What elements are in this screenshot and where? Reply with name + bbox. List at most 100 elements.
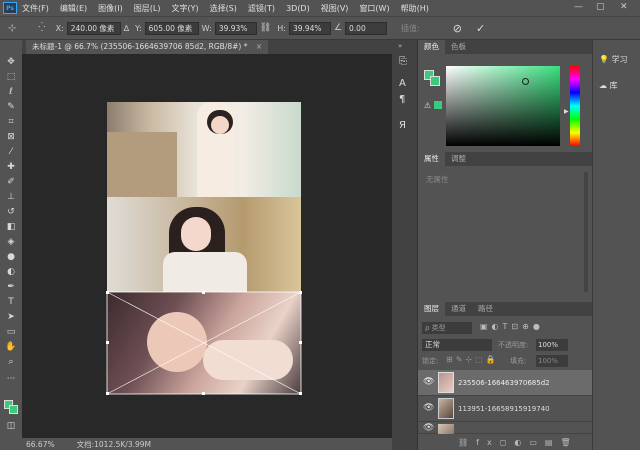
crop-tool-icon[interactable]: ⌗ (4, 116, 18, 128)
hue-slider[interactable] (570, 66, 580, 146)
properties-scrollbar[interactable] (584, 172, 588, 292)
lasso-tool-icon[interactable]: ℓ (4, 86, 18, 98)
panels-column: 颜色 色板 ⚠ ▶ 属性 调整 无属性 图层 通道 路径 ρ 类型 ▣◐T⊡⊕●… (418, 40, 592, 450)
tab-properties[interactable]: 属性 (418, 152, 445, 166)
layer-name[interactable]: 113951-16658915919740 (458, 405, 550, 413)
eyedropper-tool-icon[interactable]: ⁄ (4, 146, 18, 158)
document-info: 文档:1012.5K/3.99M (76, 439, 151, 449)
more-tools-icon[interactable]: ··· (4, 373, 18, 385)
lock-icons[interactable]: ⊞✎⊹⬚🔒 (446, 355, 499, 364)
menu-type[interactable]: 文字(Y) (171, 3, 198, 14)
tools-panel: ✥ ⬚ ℓ ✎ ⌗ ⊠ ⁄ ✚ ✐ ⊥ ↺ ◧ ◈ ● ◐ ✒ T ➤ ▭ ✋ … (0, 54, 22, 438)
menu-view[interactable]: 视图(V) (321, 3, 349, 14)
opacity-field[interactable]: 100% (536, 339, 568, 351)
y-field[interactable]: 605.00 像素 (144, 21, 199, 35)
document-tab[interactable]: 未标题-1 @ 66.7% (235506-1664639706 85d2, R… (26, 40, 269, 54)
hue-slider-handle-icon[interactable]: ▶ (564, 108, 569, 115)
layer-row[interactable]: 👁 (418, 422, 592, 434)
history-panel-icon[interactable]: ⎘ (399, 56, 407, 67)
tab-adjustments[interactable]: 调整 (445, 152, 472, 166)
layer-row[interactable]: 👁 113951-16658915919740 (418, 396, 592, 422)
visibility-eye-icon[interactable]: 👁 (423, 377, 434, 387)
bg-color-chip[interactable] (430, 76, 440, 86)
libraries-panel-button[interactable]: ☁ 库 (599, 80, 618, 91)
menu-file[interactable]: 文件(F) (22, 3, 49, 14)
menu-layer[interactable]: 图层(L) (134, 3, 161, 14)
menu-help[interactable]: 帮助(H) (401, 3, 429, 14)
lock-label: 锁定: (422, 357, 439, 365)
zoom-tool-icon[interactable]: ⌕ (4, 356, 18, 368)
color-picker-marker[interactable] (522, 78, 529, 85)
healing-tool-icon[interactable]: ✚ (4, 161, 18, 173)
delta-icon[interactable]: ∆ (124, 24, 129, 33)
menu-filter[interactable]: 滤镜(T) (248, 3, 275, 14)
canvas-area[interactable] (22, 54, 392, 438)
tab-paths[interactable]: 路径 (472, 302, 499, 316)
visibility-eye-icon[interactable]: 👁 (423, 403, 434, 413)
gamut-color-chip[interactable] (434, 101, 442, 109)
cancel-transform-icon[interactable]: ⊘ (453, 22, 462, 35)
width-field[interactable]: 39.93% (214, 21, 257, 35)
layer-row[interactable]: 👁 235506-166463970685d2 (418, 370, 592, 396)
layer-footer-icons[interactable]: ⛓fx◻◐▭▤🗑 (418, 436, 592, 450)
marquee-tool-icon[interactable]: ⬚ (4, 71, 18, 83)
rectangle-tool-icon[interactable]: ▭ (4, 326, 18, 338)
reference-point-icon[interactable]: ⁛ (38, 23, 45, 33)
quick-select-tool-icon[interactable]: ✎ (4, 101, 18, 113)
character-panel-icon[interactable]: A (399, 78, 406, 89)
expand-icon[interactable]: » (398, 42, 402, 50)
path-select-tool-icon[interactable]: ➤ (4, 311, 18, 323)
tab-swatches[interactable]: 色板 (445, 40, 472, 54)
menu-image[interactable]: 图像(I) (98, 3, 123, 14)
fill-field[interactable]: 100% (536, 355, 568, 367)
hand-tool-icon[interactable]: ✋ (4, 341, 18, 353)
menu-edit[interactable]: 编辑(E) (60, 3, 87, 14)
tab-layers[interactable]: 图层 (418, 302, 445, 316)
interpolation-label[interactable]: 插值: (401, 23, 420, 34)
angle-field[interactable]: 0.00 (345, 21, 388, 35)
background-color-swatch[interactable] (9, 405, 18, 414)
tab-close-icon[interactable]: × (256, 42, 262, 51)
zoom-level[interactable]: 66.67% (26, 440, 55, 449)
layer-filter-select[interactable]: ρ 类型 (422, 322, 472, 334)
menu-window[interactable]: 窗口(W) (359, 3, 389, 14)
layer-name[interactable]: 235506-166463970685d2 (458, 379, 550, 387)
eraser-tool-icon[interactable]: ◧ (4, 221, 18, 233)
tab-channels[interactable]: 通道 (445, 302, 472, 316)
transform-tool-icon[interactable]: ⊹ (8, 23, 16, 34)
link-icon[interactable]: ⛓ (260, 23, 271, 33)
move-tool-icon[interactable]: ✥ (4, 56, 18, 68)
visibility-eye-icon[interactable]: 👁 (423, 423, 434, 433)
tab-color[interactable]: 颜色 (418, 40, 445, 54)
learn-panel-button[interactable]: 💡 学习 (599, 54, 628, 65)
menu-3d[interactable]: 3D(D) (286, 4, 310, 13)
height-field[interactable]: 39.94% (288, 21, 331, 35)
menu-bar: Ps 文件(F) 编辑(E) 图像(I) 图层(L) 文字(Y) 选择(S) 滤… (0, 0, 640, 16)
brush-tool-icon[interactable]: ✐ (4, 176, 18, 188)
layer-filter-icons[interactable]: ▣◐T⊡⊕● (480, 322, 544, 331)
dodge-tool-icon[interactable]: ◐ (4, 266, 18, 278)
menu-select[interactable]: 选择(S) (210, 3, 237, 14)
type-tool-icon[interactable]: T (4, 296, 18, 308)
document-tab-title: 未标题-1 @ 66.7% (235506-1664639706 85d2, R… (32, 42, 248, 51)
bucket-tool-icon[interactable]: ◈ (4, 236, 18, 248)
paragraph-panel-icon[interactable]: ¶ (399, 94, 405, 105)
history-brush-tool-icon[interactable]: ↺ (4, 206, 18, 218)
y-label: Y: (135, 23, 142, 33)
x-field[interactable]: 240.00 像素 (66, 21, 121, 35)
fill-label: 填充: (510, 357, 527, 365)
glyphs-panel-icon[interactable]: Я (399, 120, 406, 131)
commit-transform-icon[interactable]: ✓ (476, 22, 485, 35)
blur-tool-icon[interactable]: ● (4, 251, 18, 263)
quick-mask-icon[interactable]: ◫ (4, 420, 18, 432)
color-field[interactable] (446, 66, 560, 146)
minimize-icon[interactable]: — (574, 2, 583, 12)
stamp-tool-icon[interactable]: ⊥ (4, 191, 18, 203)
frame-tool-icon[interactable]: ⊠ (4, 131, 18, 143)
transform-bounding-box[interactable] (106, 291, 302, 395)
blend-mode-select[interactable]: 正常 (422, 339, 492, 351)
maximize-icon[interactable]: ▢ (596, 2, 605, 12)
pen-tool-icon[interactable]: ✒ (4, 281, 18, 293)
w-label: W: (201, 23, 212, 33)
close-window-icon[interactable]: ✕ (620, 2, 628, 12)
